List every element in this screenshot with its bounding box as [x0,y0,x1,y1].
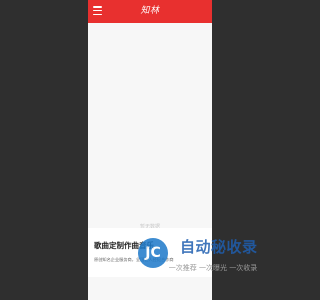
mobile-page: 知林 暂无数据 歌曲定制作曲音乐 原创知名企业服务商，全国艺人经纪合作商 [88,0,212,300]
panel-title: 歌曲定制作曲音乐 [94,241,154,250]
site-logo[interactable]: 知林 [132,4,168,18]
hamburger-menu-icon[interactable] [93,6,102,15]
bottom-info-panel: 歌曲定制作曲音乐 原创知名企业服务商，全国艺人经纪合作商 [88,228,212,277]
panel-subtitle: 原创知名企业服务商，全国艺人经纪合作商 [94,257,174,262]
top-nav-bar: 知林 [88,0,212,23]
